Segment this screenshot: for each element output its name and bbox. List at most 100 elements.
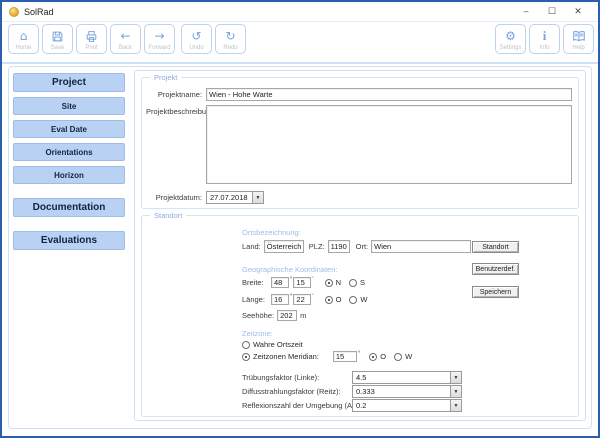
save-icon: [51, 29, 64, 44]
info-button[interactable]: i Info: [529, 24, 560, 54]
sidebar-item-eval-date[interactable]: Eval Date: [13, 120, 125, 138]
sidebar-item-orientations[interactable]: Orientations: [13, 143, 125, 161]
seehoehe-input[interactable]: [277, 310, 297, 321]
ort-label: Ort:: [356, 242, 369, 251]
sidebar-item-documentation[interactable]: Documentation: [13, 198, 125, 217]
info-icon: i: [543, 29, 547, 44]
toolbar: ⌂ Home Save Print ← Back → For: [2, 21, 598, 64]
help-button[interactable]: Help: [563, 24, 594, 54]
diffusstrahlungsfaktor-label: Diffusstrahlungsfaktor (Reitz):: [242, 387, 341, 396]
diffusstrahlungsfaktor-row: Diffusstrahlungsfaktor (Reitz): 0.333 ▼: [242, 385, 568, 398]
breite-grad-input[interactable]: [271, 277, 289, 288]
diffusstrahlungsfaktor-dropdown[interactable]: 0.333 ▼: [352, 385, 462, 398]
sidebar-item-site[interactable]: Site: [13, 97, 125, 115]
minute-symbol: ': [312, 277, 313, 283]
truebungsfaktor-row: Trübungsfaktor (Linke): 4.5 ▼: [242, 371, 568, 384]
help-icon: [572, 29, 586, 44]
truebungsfaktor-label: Trübungsfaktor (Linke):: [242, 373, 319, 382]
speichern-button[interactable]: Speichern: [472, 286, 519, 298]
breite-minuten-input[interactable]: [293, 277, 311, 288]
wahre-ortszeit-radio[interactable]: [242, 341, 250, 349]
laenge-west-radio[interactable]: [349, 296, 357, 304]
sidebar-item-project[interactable]: Project: [13, 73, 125, 92]
laenge-minuten-input[interactable]: [293, 294, 311, 305]
meridian-input[interactable]: [333, 351, 357, 362]
home-icon: ⌂: [20, 29, 28, 44]
reflexionszahl-dropdown[interactable]: 0.2 ▼: [352, 399, 462, 412]
seehoehe-unit: m: [300, 311, 306, 320]
dropdown-arrow-icon[interactable]: ▼: [450, 386, 461, 397]
maximize-button[interactable]: ☐: [539, 3, 565, 20]
projektbeschreibung-row: Projektbeschreibung:: [146, 105, 572, 184]
laenge-ost-radio[interactable]: [325, 296, 333, 304]
close-button[interactable]: ✕: [565, 3, 591, 20]
titlebar: SolRad – ☐ ✕: [2, 2, 598, 21]
projektname-row: Projektname:: [146, 88, 572, 101]
standort-groupbox: Standort Ortsbezeichnung: Land: PLZ: Ort…: [141, 215, 579, 417]
zeitzonen-meridian-radio[interactable]: [242, 353, 250, 361]
ort-input[interactable]: [371, 240, 471, 253]
sidebar-item-evaluations[interactable]: Evaluations: [13, 231, 125, 250]
projektdatum-dropdown[interactable]: 27.07.2018 ▼: [206, 191, 264, 204]
projektname-input[interactable]: [206, 88, 572, 101]
koordinaten-heading: Geographische Koordinaten:: [242, 265, 337, 274]
zeitzonen-meridian-row: Zeitzonen Meridian: ° O W: [242, 351, 420, 362]
window-controls: – ☐ ✕: [513, 3, 591, 20]
projektdatum-label: Projektdatum:: [146, 191, 206, 202]
breite-nord-radio[interactable]: [325, 279, 333, 287]
truebungsfaktor-dropdown[interactable]: 4.5 ▼: [352, 371, 462, 384]
undo-button[interactable]: ↺ Undo: [181, 24, 212, 54]
back-button[interactable]: ← Back: [110, 24, 141, 54]
undo-icon: ↺: [191, 29, 201, 44]
benutzerdef-button[interactable]: Benutzerdef.: [472, 263, 519, 275]
projektname-label: Projektname:: [146, 88, 206, 99]
redo-button[interactable]: ↻ Redo: [215, 24, 246, 54]
minimize-button[interactable]: –: [513, 3, 539, 20]
ortsbezeichnung-heading: Ortsbezeichnung:: [242, 228, 301, 237]
app-window: SolRad – ☐ ✕ ⌂ Home Save Print: [0, 0, 600, 438]
dropdown-arrow-icon[interactable]: ▼: [450, 400, 461, 411]
zeitzone-heading: Zeitzone:: [242, 329, 273, 338]
land-label: Land:: [242, 242, 261, 251]
projektbeschreibung-textarea[interactable]: [206, 105, 572, 184]
print-button[interactable]: Print: [76, 24, 107, 54]
projekt-groupbox-legend: Projekt: [150, 73, 181, 82]
form-panel: Projekt Projektname: Projektbeschreibung…: [134, 70, 586, 421]
projektdatum-row: Projektdatum: 27.07.2018 ▼: [146, 191, 572, 204]
standort-lookup-button[interactable]: Standort: [472, 241, 519, 253]
seehoehe-label: Seehöhe:: [242, 311, 274, 320]
sidebar: Project Site Eval Date Orientations Hori…: [13, 73, 125, 255]
home-button[interactable]: ⌂ Home: [8, 24, 39, 54]
seehoehe-row: Seehöhe: m: [242, 310, 309, 321]
minute-symbol: ': [312, 294, 313, 300]
dropdown-arrow-icon[interactable]: ▼: [450, 372, 461, 383]
app-logo-icon: [9, 7, 19, 17]
settings-button[interactable]: ⚙ Settings: [495, 24, 526, 54]
projekt-groupbox: Projekt Projektname: Projektbeschreibung…: [141, 77, 579, 209]
forward-button[interactable]: → Forward: [144, 24, 175, 54]
meridian-ost-radio[interactable]: [369, 353, 377, 361]
sidebar-item-horizon[interactable]: Horizon: [13, 166, 125, 184]
standort-groupbox-legend: Standort: [150, 211, 186, 220]
redo-icon: ↻: [225, 29, 235, 44]
plz-input[interactable]: [328, 240, 350, 253]
toolbar-right-group: ⚙ Settings i Info Help: [495, 24, 594, 54]
wahre-ortszeit-row: Wahre Ortszeit: [242, 340, 311, 349]
forward-icon: →: [154, 29, 164, 44]
save-button[interactable]: Save: [42, 24, 73, 54]
breite-label: Breite:: [242, 278, 268, 287]
breite-sued-radio[interactable]: [349, 279, 357, 287]
degree-symbol: °: [290, 277, 292, 283]
toolbar-left-group: ⌂ Home Save Print ← Back → For: [8, 24, 246, 54]
degree-symbol: °: [358, 351, 360, 357]
meridian-west-radio[interactable]: [394, 353, 402, 361]
land-input[interactable]: [264, 240, 304, 253]
content-panel: Project Site Eval Date Orientations Hori…: [8, 66, 592, 429]
degree-symbol: °: [290, 294, 292, 300]
laenge-row: Länge: ° ' O W: [242, 294, 376, 305]
back-icon: ←: [120, 29, 130, 44]
laenge-grad-input[interactable]: [271, 294, 289, 305]
ortsbezeichnung-row: Land: PLZ: Ort:: [242, 240, 471, 253]
window-title: SolRad: [24, 7, 54, 17]
dropdown-arrow-icon[interactable]: ▼: [252, 192, 263, 203]
